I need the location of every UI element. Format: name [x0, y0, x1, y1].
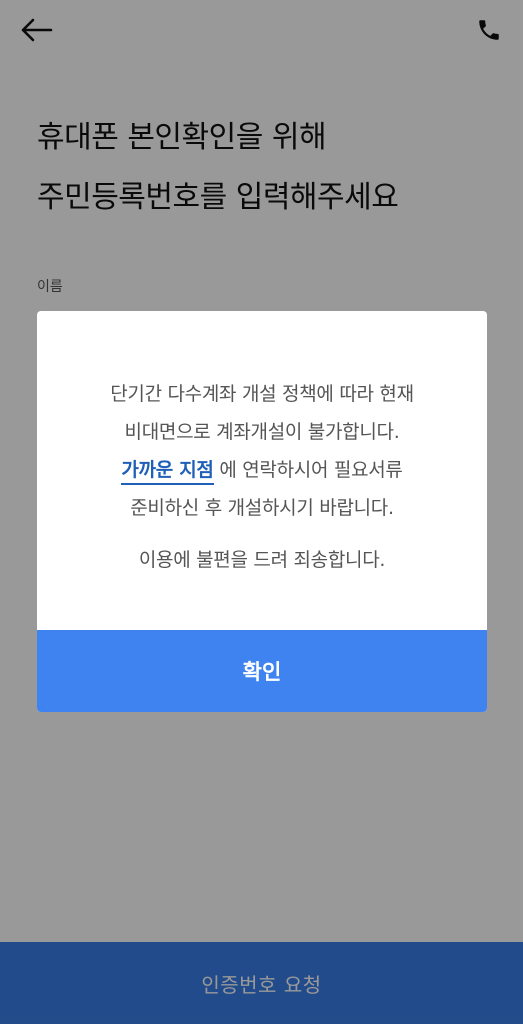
confirm-button[interactable]: 확인 [37, 630, 487, 712]
dialog-message: 단기간 다수계좌 개설 정책에 따라 현재 비대면으로 계좌개설이 불가합니다.… [37, 375, 487, 579]
dialog-message-line-1: 단기간 다수계좌 개설 정책에 따라 현재 [110, 383, 414, 405]
account-opening-notice-dialog: 단기간 다수계좌 개설 정책에 따라 현재 비대면으로 계좌개설이 불가합니다.… [37, 311, 487, 712]
dialog-message-line-4: 준비하신 후 개설하시기 바랍니다. [130, 497, 394, 519]
dialog-message-line-3-rest: 에 연락하시어 필요서류 [213, 459, 403, 481]
dialog-message-line-2: 비대면으로 계좌개설이 불가합니다. [124, 421, 400, 443]
dialog-apology: 이용에 불편을 드려 죄송합니다. [138, 549, 386, 571]
dialog-message-line-3: 가까운 지점 에 연락하시어 필요서류 [37, 451, 487, 489]
nearby-branch-link[interactable]: 가까운 지점 [121, 459, 214, 485]
